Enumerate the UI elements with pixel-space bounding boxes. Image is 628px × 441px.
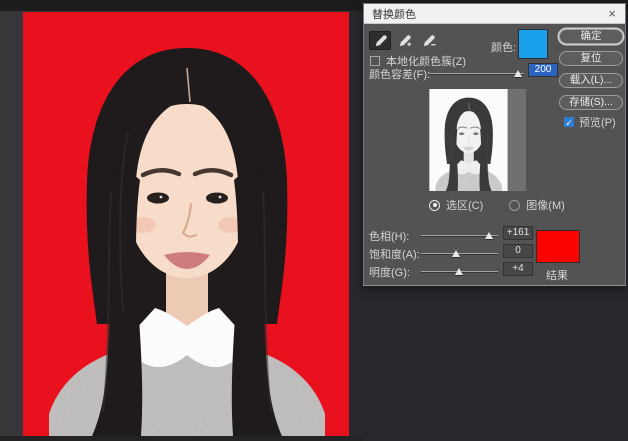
eyedropper-add-tool[interactable] <box>393 31 415 50</box>
preview-checkbox-label: 预览(P) <box>579 117 616 129</box>
fuzziness-value-field[interactable]: 200 <box>528 63 558 77</box>
portrait-photo <box>23 12 349 436</box>
eyedropper-tool[interactable] <box>369 31 391 50</box>
hue-slider-track[interactable] <box>421 232 498 239</box>
photo-canvas[interactable] <box>23 12 349 436</box>
image-radio[interactable] <box>509 199 521 211</box>
dialog-titlebar[interactable]: 替换颜色 × <box>364 4 625 24</box>
preview-mode-row: 选区(C) 图像(M) <box>429 197 565 213</box>
localized-clusters-checkbox[interactable] <box>370 56 380 66</box>
eyedropper-toolbar <box>369 31 439 50</box>
selection-radio-label: 选区(C) <box>446 200 484 212</box>
hue-label: 色相(H): <box>369 231 410 243</box>
ok-button[interactable]: 确定 <box>559 29 623 44</box>
preview-checkbox[interactable]: ✓ <box>564 117 574 128</box>
workspace-bottom-strip <box>0 436 362 441</box>
eyedropper-minus-icon <box>423 35 435 47</box>
saturation-value-field[interactable]: 0 <box>503 244 533 258</box>
saturation-label: 饱和度(A): <box>369 249 420 261</box>
lightness-value-field[interactable]: +4 <box>503 262 533 276</box>
eyedropper-plus-icon <box>399 35 411 47</box>
color-label: 颜色: <box>491 42 517 54</box>
lightness-slider-track[interactable] <box>421 268 498 275</box>
reset-button[interactable]: 复位 <box>559 51 623 66</box>
hue-value-field[interactable]: +161 <box>503 226 533 240</box>
mask-preview-image <box>429 89 526 191</box>
save-button[interactable]: 存储(S)... <box>559 95 623 110</box>
dialog-title: 替换颜色 <box>372 8 416 21</box>
saturation-slider-thumb[interactable] <box>451 250 460 257</box>
replace-color-dialog: 替换颜色 × 颜色: 本地化颜色簇(Z) 颜色容差(F): 200 选区(C) … <box>363 3 626 286</box>
fuzziness-label: 颜色容差(F): <box>369 69 431 81</box>
result-label: 结果 <box>546 270 568 282</box>
load-button[interactable]: 载入(L)... <box>559 73 623 88</box>
eyedropper-subtract-tool[interactable] <box>417 31 439 50</box>
lightness-label: 明度(G): <box>369 267 410 279</box>
eyedropper-icon <box>375 35 387 47</box>
fuzziness-slider-track[interactable] <box>429 70 524 77</box>
image-radio-label: 图像(M) <box>526 200 565 212</box>
hue-slider-thumb[interactable] <box>484 232 493 239</box>
lightness-slider-thumb[interactable] <box>454 268 463 275</box>
mask-portrait <box>429 89 508 191</box>
saturation-slider-track[interactable] <box>421 250 498 257</box>
fuzziness-slider-thumb[interactable] <box>514 70 523 77</box>
result-color-swatch[interactable] <box>536 230 580 263</box>
selection-radio[interactable] <box>429 199 440 211</box>
close-icon[interactable]: × <box>599 6 625 21</box>
preview-row: ✓ 预览(P) <box>564 114 616 130</box>
sample-color-swatch[interactable] <box>518 29 548 59</box>
mask-preview[interactable] <box>429 89 526 191</box>
